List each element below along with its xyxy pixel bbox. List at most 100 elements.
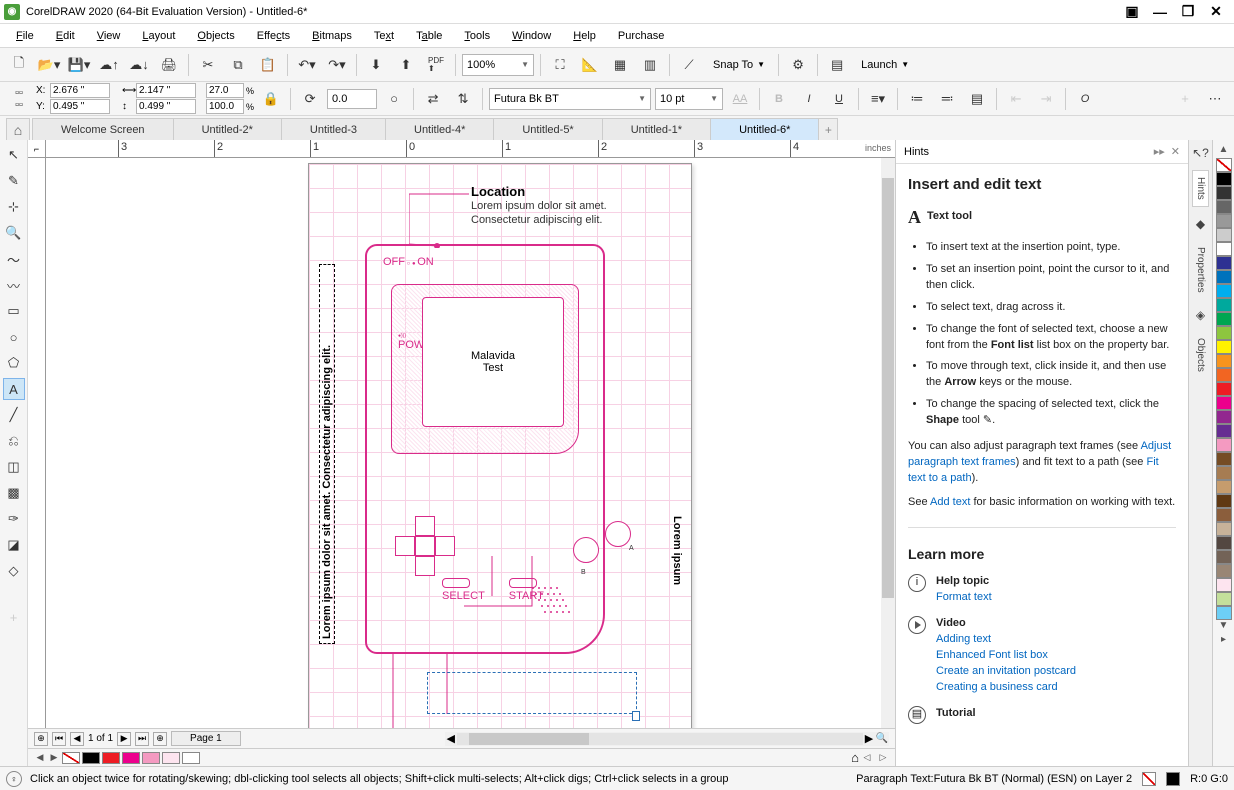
opentype-button[interactable]: O [1072,86,1098,112]
font-combo[interactable]: Futura Bk BT▼ [489,88,651,110]
status-outline-swatch[interactable] [1166,772,1180,786]
menu-layout[interactable]: Layout [132,27,185,45]
menu-tools[interactable]: Tools [454,27,500,45]
parallel-dim-tool[interactable]: ╱ [3,404,25,426]
swatch-13[interactable] [1216,354,1232,368]
add-page-button[interactable]: ⊕ [34,732,48,746]
angle-lock[interactable]: ○ [381,86,407,112]
prev-page-button[interactable]: ◀ [70,732,84,746]
swatch-none[interactable] [1216,158,1232,172]
fill-tool[interactable]: ◪ [3,534,25,556]
artistic-media-tool[interactable]: 〰 [3,274,25,296]
menu-bitmaps[interactable]: Bitmaps [302,27,362,45]
numbering-button[interactable]: ≕ [934,86,960,112]
sy-input[interactable] [206,99,244,114]
ruler-origin[interactable]: ⌐ [28,140,46,158]
zoom-combo[interactable]: 100%▼ [462,54,534,76]
swatch-28[interactable] [1216,564,1232,578]
swatch-20[interactable] [1216,452,1232,466]
grid-button[interactable]: ▦ [607,52,633,78]
page-tab[interactable]: Page 1 [171,731,241,746]
cloud-down-button[interactable]: ☁↓ [126,52,152,78]
menu-help[interactable]: Help [563,27,606,45]
swatch-6[interactable] [1216,256,1232,270]
hints-menu-button[interactable]: ▸▸ [1154,145,1165,158]
active-text-frame[interactable] [427,672,637,714]
underline-button[interactable]: U [826,86,852,112]
rulers-button[interactable]: 📐 [577,52,603,78]
doc-swatch-2[interactable] [122,752,140,764]
swatch-14[interactable] [1216,368,1232,382]
doc-swatch-1[interactable] [102,752,120,764]
first-page-button[interactable]: ⏮ [52,732,66,746]
lock-ratio-button[interactable]: 🔒 [258,86,284,112]
quick-custom-button[interactable]: + [3,606,25,628]
h-input[interactable] [136,99,196,114]
mirror-v-button[interactable]: ⇅ [450,86,476,112]
tab-welcome[interactable]: Welcome Screen [32,118,174,140]
dock-arrow-icon[interactable]: ↖? [1192,144,1210,162]
right-text[interactable]: Lorem ipsum [671,516,683,585]
snap-off-button[interactable]: ⟋ [676,52,702,78]
tab-untitled-4[interactable]: Untitled-4* [385,118,494,140]
link-vid-0[interactable]: Adding text [936,633,991,645]
swatch-31[interactable] [1216,606,1232,620]
menu-objects[interactable]: Objects [187,27,244,45]
menu-effects[interactable]: Effects [247,27,300,45]
swatch-17[interactable] [1216,410,1232,424]
paste-button[interactable]: 📋 [255,52,281,78]
doc-swatch-3[interactable] [142,752,160,764]
cloud-up-button[interactable]: ☁↑ [96,52,122,78]
y-input[interactable] [50,99,110,114]
crop-tool[interactable]: ⊹ [3,196,25,218]
add-button[interactable]: + [1172,86,1198,112]
indent-dec-button[interactable]: ⇤ [1003,86,1029,112]
add-page-after-button[interactable]: ⊕ [153,732,167,746]
rectangle-tool[interactable]: ▭ [3,300,25,322]
minimize-button[interactable]: — [1150,2,1170,22]
side-textframe[interactable]: Lorem ipsum dolor sit amet. Consectetur … [319,264,335,644]
italic-button[interactable]: I [796,86,822,112]
swatch-5[interactable] [1216,242,1232,256]
canvas[interactable]: Location Lorem ipsum dolor sit amet. Con… [46,158,895,728]
menu-text[interactable]: Text [364,27,404,45]
menu-window[interactable]: Window [502,27,561,45]
freehand-tool[interactable]: ～ [3,248,25,270]
dock-tab-objects[interactable]: Objects [1193,332,1208,378]
swatch-2[interactable] [1216,200,1232,214]
swatch-30[interactable] [1216,592,1232,606]
menu-view[interactable]: View [87,27,131,45]
options-button[interactable]: ⚙ [785,52,811,78]
more-button[interactable]: ⋯ [1202,86,1228,112]
swatch-27[interactable] [1216,550,1232,564]
dock-objects-icon[interactable]: ◈ [1192,306,1210,324]
palette-up[interactable]: ▲ [1219,144,1229,158]
publish-pdf-button[interactable]: PDF⬆ [423,52,449,78]
doc-swatch-none[interactable] [62,752,80,764]
guides-button[interactable]: ▥ [637,52,663,78]
doc-swatch-5[interactable] [182,752,200,764]
shape-tool[interactable]: ✎ [3,170,25,192]
dropcap-button[interactable]: ▤ [964,86,990,112]
home-tab[interactable]: ⌂ [6,118,30,140]
swatch-0[interactable] [1216,172,1232,186]
fullscreen-button[interactable]: ⛶ [547,52,573,78]
status-fill-swatch[interactable] [1142,772,1156,786]
swatch-11[interactable] [1216,326,1232,340]
swatch-23[interactable] [1216,494,1232,508]
outline-tool[interactable]: ◇ [3,560,25,582]
close-button[interactable]: ✕ [1206,2,1226,22]
link-format-text[interactable]: Format text [936,591,992,603]
snap-to-button[interactable]: Snap To▼ [706,53,772,77]
palette-flyout[interactable]: ▸ [1221,634,1226,648]
swatch-10[interactable] [1216,312,1232,326]
eyedropper-tool[interactable]: ✑ [3,508,25,530]
launch-icon[interactable]: ▤ [824,52,850,78]
swatch-22[interactable] [1216,480,1232,494]
mirror-h-button[interactable]: ⇄ [420,86,446,112]
link-add-text[interactable]: Add text [930,496,970,508]
tab-untitled-6[interactable]: Untitled-6* [710,118,819,140]
font-size-combo[interactable]: 10 pt▼ [655,88,723,110]
hints-close-button[interactable]: ✕ [1171,145,1180,158]
open-button[interactable]: 📂▾ [36,52,62,78]
